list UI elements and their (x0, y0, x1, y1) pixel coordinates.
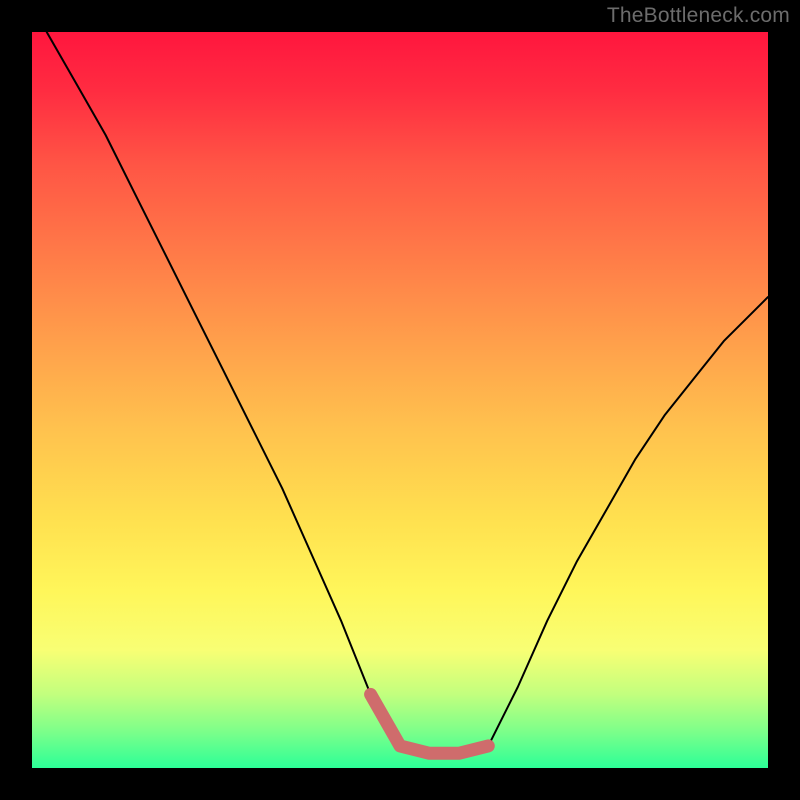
chart-svg (32, 32, 768, 768)
chart-frame: TheBottleneck.com (0, 0, 800, 800)
bottleneck-curve (47, 32, 768, 753)
plot-area (32, 32, 768, 768)
highlight-trough (371, 694, 489, 753)
watermark-text: TheBottleneck.com (607, 4, 790, 28)
